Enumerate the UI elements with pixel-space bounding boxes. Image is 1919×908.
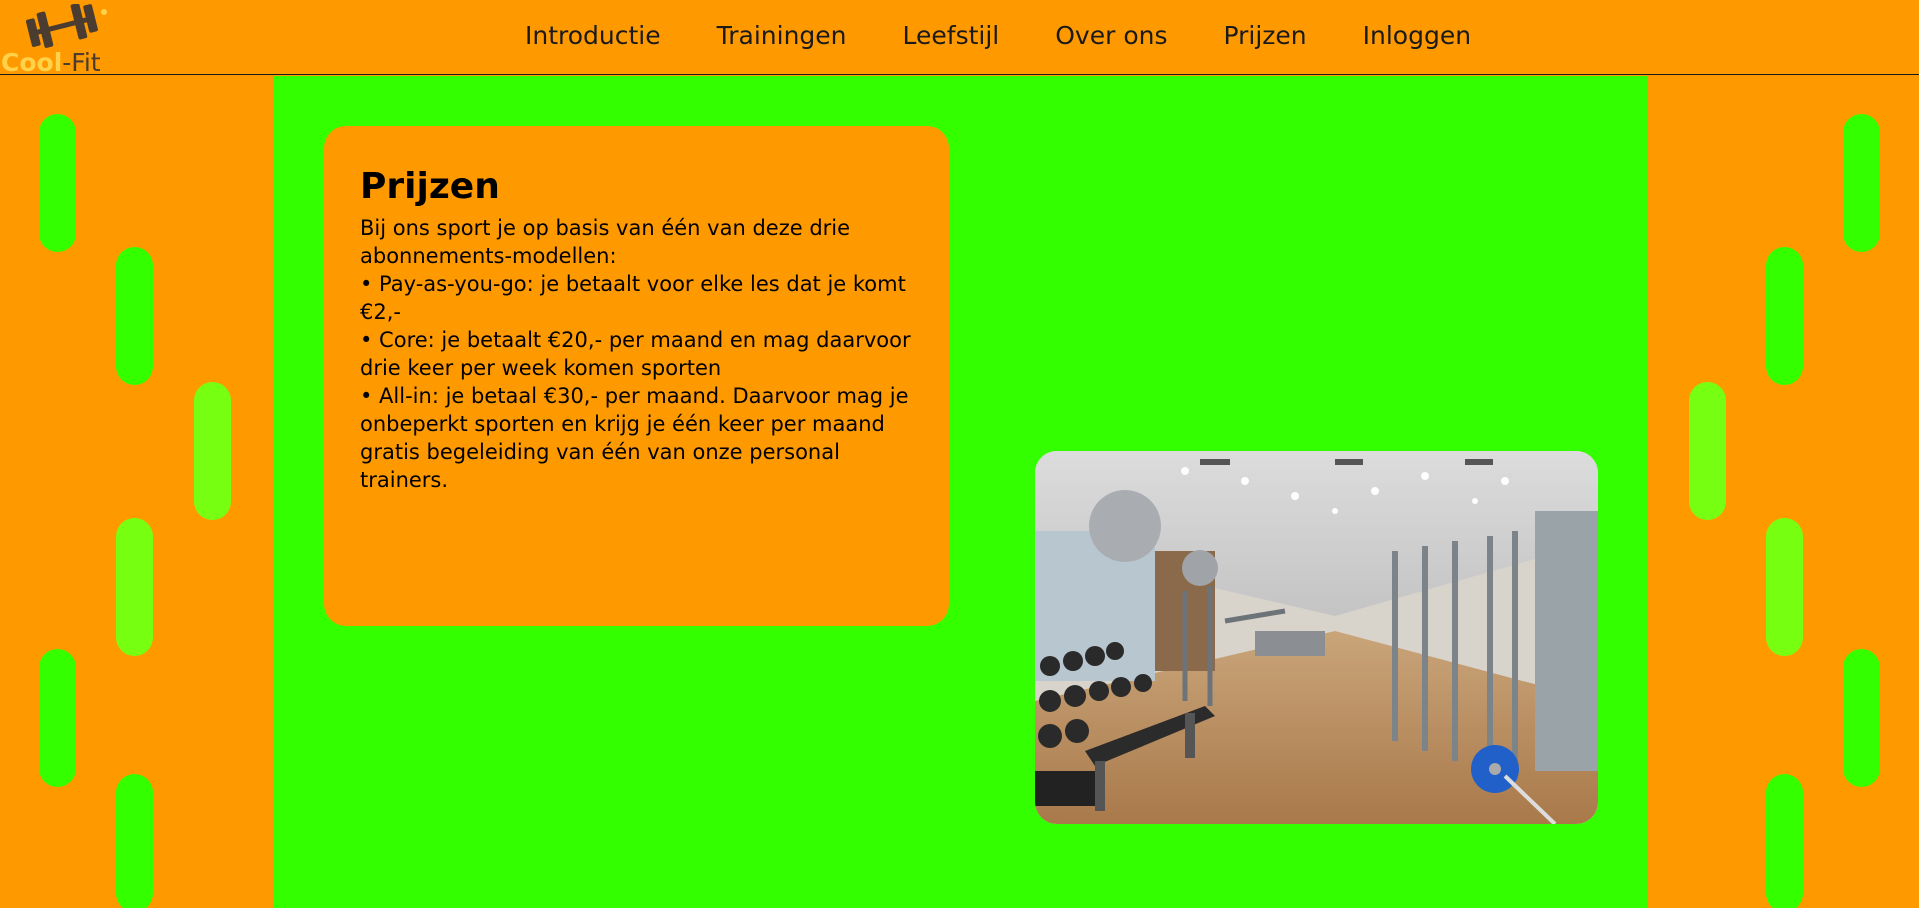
right-decoration-panel	[1648, 76, 1919, 908]
nav-item-prijzen[interactable]: Prijzen	[1223, 21, 1306, 50]
pricing-option-all-in: • All-in: je betaal €30,- per maand. Daa…	[360, 384, 909, 492]
site-logo[interactable]: Cool-Fit	[0, 3, 120, 77]
nav-item-over-ons[interactable]: Over ons	[1055, 21, 1167, 50]
nav-item-leefstijl[interactable]: Leefstijl	[903, 21, 1000, 50]
decor-pill	[39, 114, 76, 252]
decor-pill	[1843, 114, 1880, 252]
decor-pill	[1843, 649, 1880, 787]
decor-pill	[1689, 382, 1726, 520]
nav-item-trainingen[interactable]: Trainingen	[717, 21, 847, 50]
decor-pill	[116, 247, 153, 385]
pricing-option-pay-as-you-go: • Pay-as-you-go: je betaalt voor elke le…	[360, 272, 906, 324]
decor-pill	[194, 382, 231, 520]
pricing-option-core: • Core: je betaalt €20,- per maand en ma…	[360, 328, 911, 380]
main-nav: Introductie Trainingen Leefstijl Over on…	[497, 0, 1499, 70]
pricing-intro: Bij ons sport je op basis van één van de…	[360, 216, 851, 268]
left-decoration-panel	[0, 76, 273, 908]
decor-pill	[116, 774, 153, 908]
decor-pill	[1766, 518, 1803, 656]
gym-photo-illustration	[1035, 451, 1598, 824]
nav-item-inloggen[interactable]: Inloggen	[1363, 21, 1471, 50]
gym-photo	[1035, 451, 1598, 824]
decor-pill	[1766, 774, 1803, 908]
page-title: Prijzen	[360, 166, 500, 207]
site-header: Cool-Fit Introductie Trainingen Leefstij…	[0, 0, 1919, 77]
logo-cool: Cool	[1, 48, 63, 77]
nav-item-introductie[interactable]: Introductie	[525, 21, 661, 50]
decor-pill	[39, 649, 76, 787]
logo-wordmark: Cool-Fit	[1, 48, 101, 78]
main-content: Prijzen Bij ons sport je op basis van éé…	[273, 76, 1648, 908]
logo-fit: -Fit	[62, 48, 101, 77]
pricing-card: Prijzen Bij ons sport je op basis van éé…	[324, 126, 949, 626]
decor-pill	[1766, 247, 1803, 385]
dumbbell-icon	[25, 3, 107, 48]
decor-pill	[116, 518, 153, 656]
